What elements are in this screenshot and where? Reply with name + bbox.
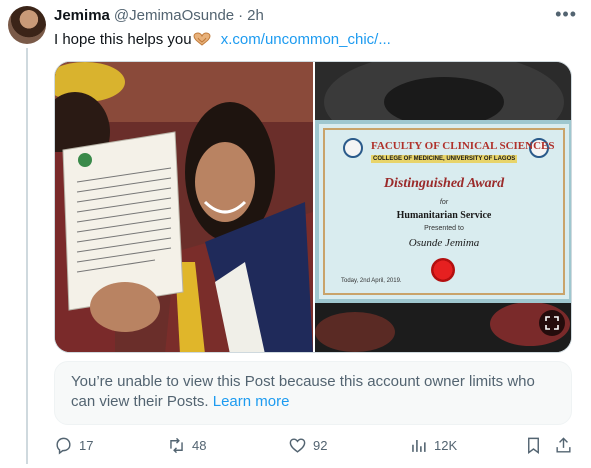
- like-count: 92: [313, 438, 328, 453]
- views-count: 12K: [434, 438, 458, 453]
- like-button[interactable]: 92: [288, 436, 327, 455]
- post-header: Jemima @JemimaOsunde · 2h: [54, 7, 264, 24]
- repost-icon: [170, 437, 183, 454]
- media-grid[interactable]: FACULTY OF CLINICAL SCIENCES COLLEGE OF …: [54, 61, 572, 353]
- post-link[interactable]: x.com/uncommon_chic/...: [221, 31, 391, 48]
- red-seal-icon: [431, 258, 455, 282]
- restricted-post-notice: You’re unable to view this Post because …: [54, 361, 572, 425]
- notice-text: You’re unable to view this Post because …: [71, 373, 535, 410]
- post-time[interactable]: 2h: [247, 7, 264, 24]
- like-icon: [289, 438, 306, 453]
- award-certificate: FACULTY OF CLINICAL SCIENCES COLLEGE OF …: [315, 120, 571, 303]
- learn-more-link[interactable]: Learn more: [213, 393, 290, 410]
- graduate-photo[interactable]: [55, 62, 313, 352]
- certificate-presented: Presented to: [424, 225, 464, 232]
- share-icon: [556, 437, 571, 453]
- bookmark-button[interactable]: [524, 436, 543, 455]
- author-name[interactable]: Jemima: [54, 7, 110, 24]
- separator-dot: ·: [238, 7, 244, 24]
- post-text: I hope this helps you x.com/uncommon_chi…: [54, 31, 391, 48]
- certificate-college: COLLEGE OF MEDICINE, UNIVERSITY OF LAGOS: [371, 155, 518, 163]
- expand-glyph: [545, 316, 559, 330]
- certificate-date: Today, 2nd April, 2019.: [341, 278, 402, 284]
- reply-count: 17: [79, 438, 94, 453]
- avatar[interactable]: [8, 6, 46, 44]
- reply-icon: [56, 437, 71, 455]
- thread-line: [26, 48, 28, 464]
- certificate-recipient: Osunde Jemima: [408, 237, 480, 249]
- share-button[interactable]: [554, 436, 573, 455]
- post-body: I hope this helps you: [54, 31, 192, 48]
- views-icon: [412, 439, 426, 452]
- certificate-faculty: FACULTY OF CLINICAL SCIENCES: [371, 140, 555, 152]
- graduate-photo-illustration: [55, 62, 313, 352]
- university-crest-icon: [343, 138, 363, 158]
- post[interactable]: Jemima @JemimaOsunde · 2h ••• I hope thi…: [0, 0, 591, 468]
- heart-hands-emoji-icon: [193, 32, 211, 46]
- reply-button[interactable]: 17: [54, 436, 93, 455]
- action-bar: 17 48 92 12K: [54, 436, 574, 458]
- certificate-photo[interactable]: FACULTY OF CLINICAL SCIENCES COLLEGE OF …: [315, 62, 571, 352]
- author-handle[interactable]: @JemimaOsunde: [114, 7, 234, 24]
- certificate-award: Distinguished Award: [383, 176, 505, 191]
- certificate-for: for: [439, 199, 449, 206]
- more-options-icon[interactable]: •••: [555, 4, 577, 25]
- expand-icon[interactable]: [539, 310, 565, 336]
- repost-button[interactable]: 48: [167, 436, 206, 455]
- views-button[interactable]: 12K: [409, 436, 457, 455]
- bookmark-icon: [528, 437, 539, 455]
- certificate-service: Humanitarian Service: [396, 210, 492, 221]
- repost-count: 48: [192, 438, 207, 453]
